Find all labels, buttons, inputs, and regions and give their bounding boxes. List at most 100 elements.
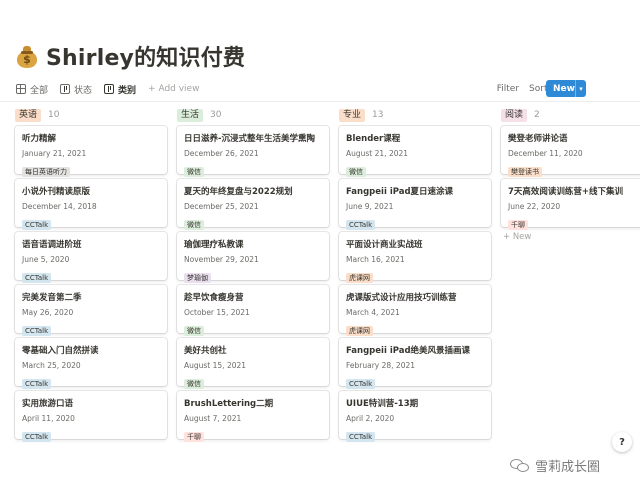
card-date: October 15, 2021: [184, 308, 250, 317]
board-card[interactable]: 趁早饮食瘦身营 October 15, 2021 微信: [177, 285, 329, 336]
card-title: UIUE特训营-13期: [346, 399, 419, 409]
card-date: August 7, 2021: [184, 414, 242, 423]
column-header[interactable]: 专业 13: [339, 108, 491, 122]
card-date: August 15, 2021: [184, 361, 247, 370]
watermark: 雪莉成长圈: [510, 456, 600, 475]
card-date: May 26, 2020: [22, 308, 74, 317]
sort-button[interactable]: Sort: [529, 84, 547, 94]
source-tag: 微信: [184, 326, 204, 336]
source-tag: 千聊: [508, 220, 528, 230]
board-card[interactable]: UIUE特训营-13期 April 2, 2020 CCTalk: [339, 391, 491, 442]
card-date: December 26, 2021: [184, 149, 259, 158]
help-button[interactable]: ?: [612, 432, 632, 452]
page-title[interactable]: Shirley的知识付费: [46, 40, 245, 72]
source-tag: CCTalk: [22, 220, 52, 230]
chevron-down-icon[interactable]: ▾: [575, 80, 586, 97]
new-button-label[interactable]: New: [546, 84, 575, 94]
card-title: 虎课版式设计应用技巧训练营: [346, 293, 457, 303]
board-column: 英语 10 听力精解 January 21, 2021 每日英语听力 小说外刊精读原版 De…: [15, 108, 167, 444]
group-tag: 阅读: [501, 108, 528, 122]
view-toolbar: 全部 状态 类别 + Add view Filter Sort ···: [0, 79, 640, 99]
source-tag: CCTalk: [346, 432, 376, 442]
group-tag: 专业: [339, 108, 366, 122]
add-card-button[interactable]: + New: [501, 232, 640, 242]
board-card[interactable]: 实用旅游口语 April 11, 2020 CCTalk: [15, 391, 167, 442]
tab-category[interactable]: 类别: [104, 79, 136, 99]
board-card[interactable]: 完美发音第二季 May 26, 2020 CCTalk: [15, 285, 167, 336]
card-date: April 11, 2020: [22, 414, 75, 423]
board-card[interactable]: BrushLettering二期 August 7, 2021 千聊: [177, 391, 329, 442]
card-date: August 21, 2021: [346, 149, 409, 158]
card-title: 实用旅游口语: [22, 399, 74, 409]
group-count: 30: [210, 110, 222, 120]
board-card[interactable]: Fangpeii iPad夏日速涂课 June 9, 2021 CCTalk: [339, 179, 491, 230]
card-title: 瑜伽理疗私教课: [184, 240, 244, 250]
board-card[interactable]: Fangpeii iPad绝美风景插画课 February 28, 2021 CCT…: [339, 338, 491, 389]
source-tag: 千聊: [184, 432, 204, 442]
tab-label: 类别: [118, 85, 137, 96]
card-title: 夏天的年终复盘与2022规划: [184, 187, 293, 197]
group-tag: 生活: [177, 108, 204, 122]
board-card[interactable]: 平面设计商业实战班 March 16, 2021 虎课网: [339, 232, 491, 283]
card-title: 零基础入门自然拼读: [22, 346, 99, 356]
card-title: BrushLettering二期: [184, 399, 274, 409]
source-tag: CCTalk: [22, 379, 52, 389]
source-tag: CCTalk: [346, 379, 376, 389]
card-title: Blender课程: [346, 134, 401, 144]
card-title: 趁早饮食瘦身营: [184, 293, 244, 303]
new-button[interactable]: New ▾: [546, 80, 586, 97]
source-tag: 梦瑜伽: [184, 273, 211, 283]
group-count: 2: [534, 110, 540, 120]
source-tag: 虎课网: [346, 326, 373, 336]
source-tag: 微信: [184, 220, 204, 230]
board-card[interactable]: 日日滋养-沉浸式整年生活美学熏陶 December 26, 2021 微信: [177, 126, 329, 177]
board-icon: [60, 84, 71, 94]
card-date: June 22, 2020: [508, 202, 561, 211]
filter-button[interactable]: Filter: [497, 84, 519, 94]
card-date: March 16, 2021: [346, 255, 405, 264]
source-tag: CCTalk: [22, 326, 52, 336]
card-date: February 28, 2021: [346, 361, 416, 370]
card-date: December 14, 2018: [22, 202, 97, 211]
tab-status[interactable]: 状态: [60, 79, 92, 99]
column-header[interactable]: 生活 30: [177, 108, 329, 122]
card-date: December 25, 2021: [184, 202, 259, 211]
card-date: January 21, 2021: [22, 149, 87, 158]
card-date: June 9, 2021: [346, 202, 394, 211]
card-title: 日日滋养-沉浸式整年生活美学熏陶: [184, 134, 316, 144]
board-card[interactable]: 虎课版式设计应用技巧训练营 March 4, 2021 虎课网: [339, 285, 491, 336]
tab-all[interactable]: 全部: [16, 79, 48, 99]
card-title: 7天高效阅读训练营+线下集训: [508, 187, 624, 197]
board-icon: [104, 84, 115, 94]
watermark-text: 雪莉成长圈: [535, 460, 601, 475]
card-title: 语音语调进阶班: [22, 240, 82, 250]
board-card[interactable]: 小说外刊精读原版 December 14, 2018 CCTalk: [15, 179, 167, 230]
card-title: 樊登老师讲论语: [508, 134, 568, 144]
source-tag: 虎课网: [346, 273, 373, 283]
card-date: April 2, 2020: [346, 414, 395, 423]
board-card[interactable]: 瑜伽理疗私教课 November 29, 2021 梦瑜伽: [177, 232, 329, 283]
tab-label: 全部: [30, 85, 49, 96]
group-count: 10: [48, 110, 60, 120]
board-card[interactable]: Blender课程 August 21, 2021 微信: [339, 126, 491, 177]
board-card[interactable]: 语音语调进阶班 June 5, 2020 CCTalk: [15, 232, 167, 283]
board-card[interactable]: 美好共创社 August 15, 2021 微信: [177, 338, 329, 389]
card-date: March 4, 2021: [346, 308, 400, 317]
board-card[interactable]: 听力精解 January 21, 2021 每日英语听力: [15, 126, 167, 177]
divider: [0, 101, 640, 102]
source-tag: 微信: [184, 379, 204, 389]
board-card[interactable]: 樊登老师讲论语 December 11, 2020 樊登读书: [501, 126, 640, 177]
page-header: $ Shirley的知识付费: [16, 40, 245, 72]
column-header[interactable]: 英语 10: [15, 108, 167, 122]
add-view-button[interactable]: + Add view: [148, 84, 199, 94]
card-title: 听力精解: [22, 134, 57, 144]
card-title: Fangpeii iPad夏日速涂课: [346, 187, 454, 197]
card-title: 小说外刊精读原版: [22, 187, 91, 197]
board-card[interactable]: 夏天的年终复盘与2022规划 December 25, 2021 微信: [177, 179, 329, 230]
tab-label: 状态: [74, 85, 93, 96]
source-tag: CCTalk: [22, 432, 52, 442]
group-count: 13: [372, 110, 384, 120]
board-card[interactable]: 7天高效阅读训练营+线下集训 June 22, 2020 千聊: [501, 179, 640, 230]
column-header[interactable]: 阅读 2: [501, 108, 640, 122]
board-card[interactable]: 零基础入门自然拼读 March 25, 2020 CCTalk: [15, 338, 167, 389]
